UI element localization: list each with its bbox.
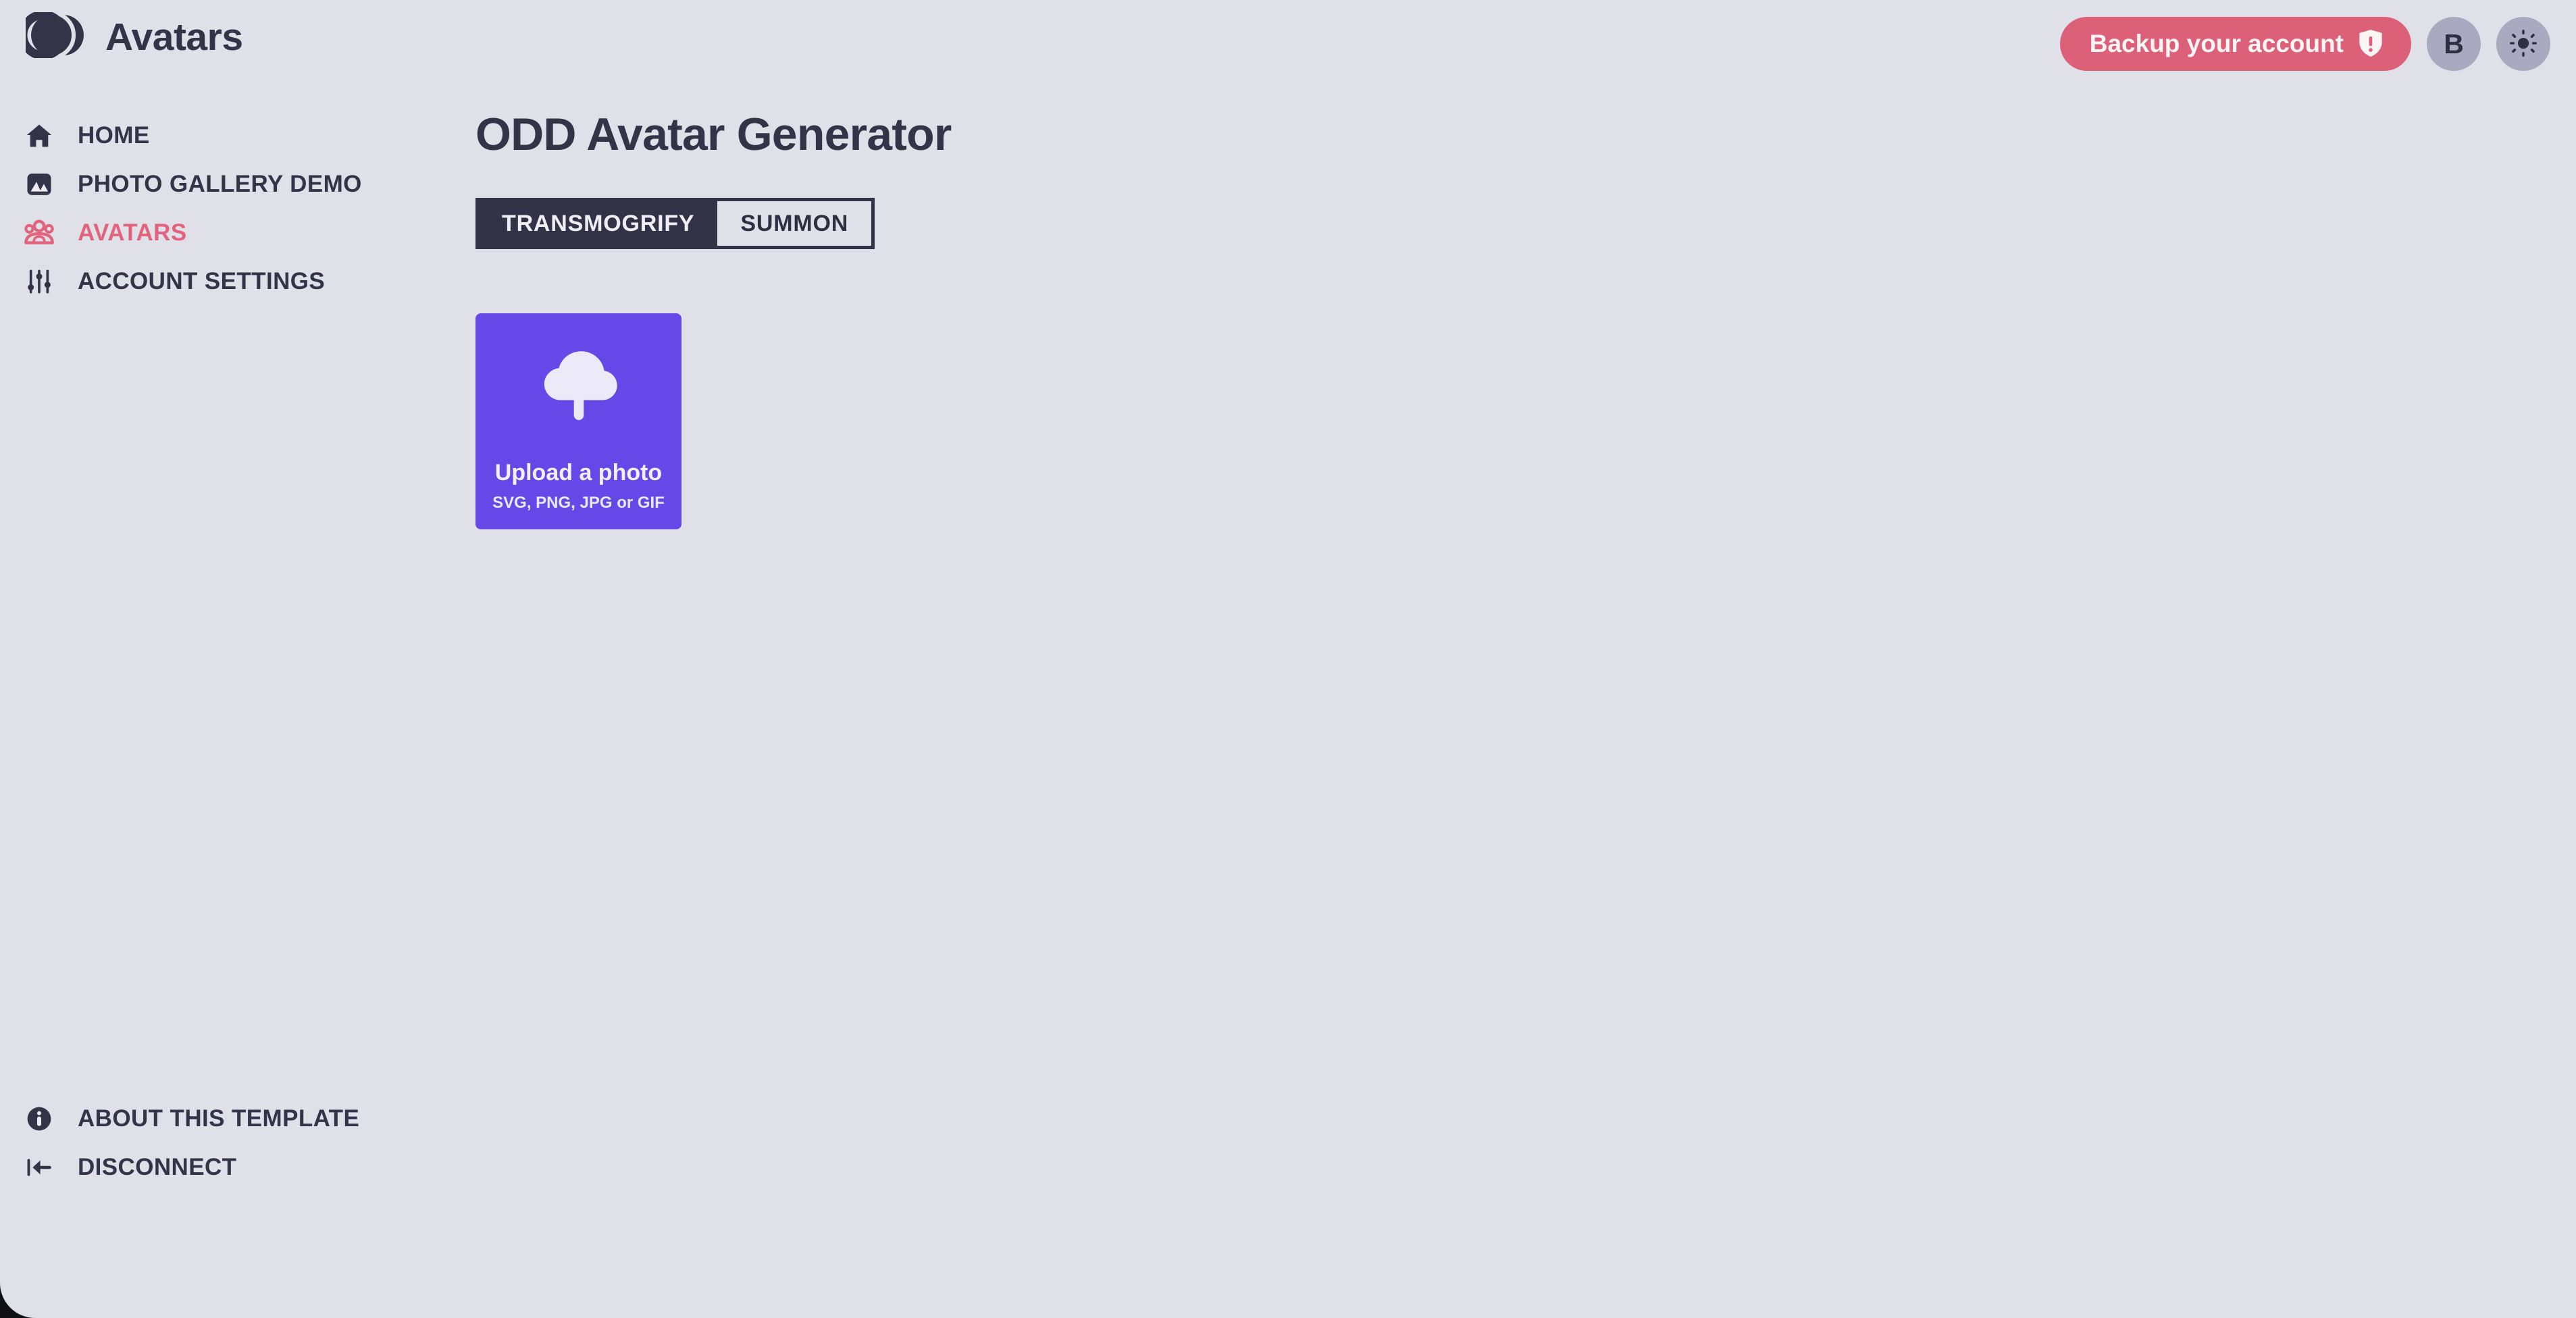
sidebar-item-avatars[interactable]: AVATARS — [0, 209, 473, 257]
upload-title: Upload a photo — [494, 460, 663, 485]
sidebar: HOME PHOTO GALLERY DEMO AVATARS ACCOUNT … — [0, 111, 473, 1192]
backup-your-account-button[interactable]: Backup your account — [2059, 17, 2411, 71]
sidebar-item-label: ABOUT THIS TEMPLATE — [78, 1105, 360, 1132]
group-users-icon — [22, 216, 56, 250]
avatar-initial: B — [2444, 28, 2464, 59]
top-bar: Avatars Backup your account B — [0, 0, 2576, 88]
app-title: Avatars — [105, 15, 243, 59]
info-circle-icon — [22, 1102, 56, 1136]
theme-toggle-button[interactable] — [2496, 17, 2550, 71]
tab-transmogrify[interactable]: TRANSMOGRIFY — [479, 201, 718, 246]
main-content: ODD Avatar Generator TRANSMOGRIFY SUMMON… — [475, 111, 2576, 529]
top-bar-actions: Backup your account B — [2059, 17, 2550, 71]
sidebar-item-label: ACCOUNT SETTINGS — [78, 268, 326, 294]
app-window: Avatars Backup your account B HOME PHOTO… — [0, 0, 2576, 1318]
upload-subtitle: SVG, PNG, JPG or GIF — [492, 494, 665, 512]
sidebar-item-label: AVATARS — [78, 219, 187, 246]
shield-exclamation-icon — [2357, 28, 2384, 60]
sidebar-item-photo-gallery-demo[interactable]: PHOTO GALLERY DEMO — [0, 160, 473, 209]
account-avatar[interactable]: B — [2427, 17, 2481, 71]
sidebar-item-home[interactable]: HOME — [0, 111, 473, 160]
sidebar-item-account-settings[interactable]: ACCOUNT SETTINGS — [0, 257, 473, 306]
sidebar-item-label: DISCONNECT — [78, 1154, 237, 1180]
sidebar-item-label: PHOTO GALLERY DEMO — [78, 171, 362, 197]
sidebar-item-disconnect[interactable]: DISCONNECT — [0, 1143, 473, 1192]
three-overlapping-circles-logo-icon — [18, 10, 88, 61]
brand[interactable]: Avatars — [18, 10, 243, 61]
sidebar-footer: ABOUT THIS TEMPLATE DISCONNECT — [0, 1095, 473, 1192]
upload-photo-dropzone[interactable]: Upload a photo SVG, PNG, JPG or GIF — [475, 313, 681, 529]
tab-summon[interactable]: SUMMON — [717, 201, 872, 246]
page-title: ODD Avatar Generator — [475, 109, 952, 160]
backup-button-label: Backup your account — [2089, 30, 2344, 57]
sidebar-item-label: HOME — [78, 122, 150, 149]
image-icon — [22, 167, 56, 201]
home-icon — [22, 119, 56, 153]
sliders-icon — [22, 265, 56, 298]
cloud-upload-icon — [536, 342, 621, 433]
logout-icon — [22, 1151, 56, 1184]
sidebar-item-about-this-template[interactable]: ABOUT THIS TEMPLATE — [0, 1095, 473, 1143]
sun-icon — [2509, 29, 2538, 59]
tab-group: TRANSMOGRIFY SUMMON — [475, 198, 875, 249]
